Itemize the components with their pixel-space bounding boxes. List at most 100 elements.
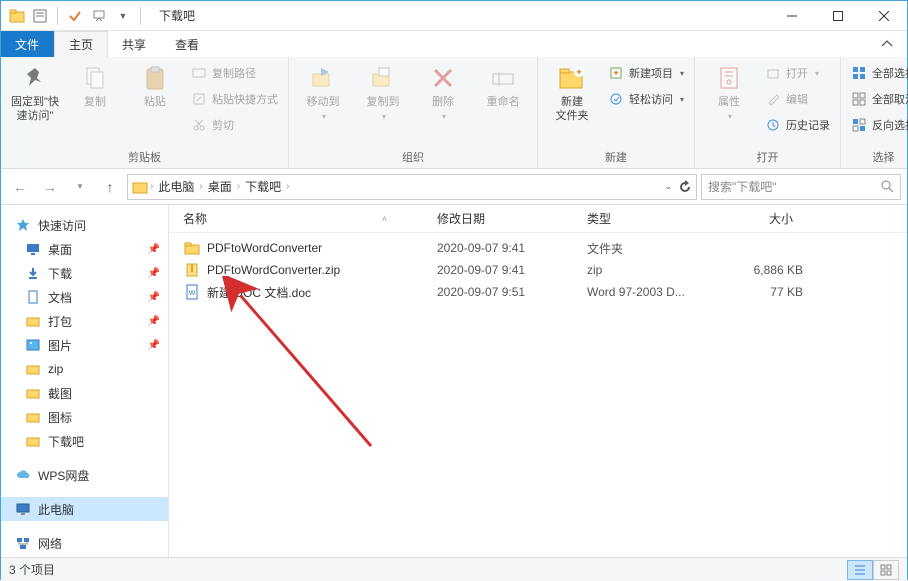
pin-icon: 📌 <box>148 340 160 351</box>
tab-share[interactable]: 共享 <box>108 31 161 57</box>
breadcrumb-segment[interactable]: 此电脑 <box>155 178 197 195</box>
breadcrumb-segment[interactable]: 下载吧 <box>242 178 284 195</box>
file-list: 名称˄ 修改日期 类型 大小 PDFtoWordConverter2020-09… <box>169 205 907 557</box>
paste-button[interactable]: 粘贴 <box>127 60 183 110</box>
easy-access-button[interactable]: 轻松访问▾ <box>604 88 688 110</box>
new-folder-button[interactable]: ✦ 新建 文件夹 <box>544 60 600 124</box>
sidebar-item-desktop[interactable]: 桌面📌 <box>1 237 168 261</box>
select-none-icon <box>851 91 867 107</box>
select-all-button[interactable]: 全部选择 <box>847 62 908 84</box>
copy-path-button[interactable]: 复制路径 <box>187 62 282 84</box>
file-row[interactable]: W新建 DOC 文档.doc2020-09-07 9:51Word 97-200… <box>169 281 907 303</box>
pin-icon <box>19 62 51 94</box>
breadcrumb-dropdown-icon[interactable]: ⌄ <box>664 181 672 192</box>
file-size: 77 KB <box>713 285 803 299</box>
qat-check-icon[interactable] <box>66 5 84 27</box>
sidebar-item[interactable]: 打包📌 <box>1 309 168 333</box>
sidebar-item-documents[interactable]: 文档📌 <box>1 285 168 309</box>
status-bar: 3 个项目 <box>1 557 907 581</box>
document-icon <box>25 289 41 305</box>
qat-properties-icon[interactable] <box>31 5 49 27</box>
minimize-button[interactable] <box>769 1 815 31</box>
sidebar-item[interactable]: 截图 <box>1 381 168 405</box>
file-type: zip <box>587 263 713 277</box>
pin-icon: 📌 <box>148 244 160 255</box>
sidebar-item-pictures[interactable]: 图片📌 <box>1 333 168 357</box>
tab-home[interactable]: 主页 <box>54 31 108 57</box>
doc-icon: W <box>183 283 201 301</box>
folder-icon <box>25 433 41 449</box>
file-row[interactable]: PDFtoWordConverter.zip2020-09-07 9:41zip… <box>169 259 907 281</box>
history-button[interactable]: 历史记录 <box>761 114 834 136</box>
edit-icon <box>765 91 781 107</box>
new-item-button[interactable]: ✦新建项目▾ <box>604 62 688 84</box>
file-name: PDFtoWordConverter.zip <box>207 263 437 277</box>
col-date[interactable]: 修改日期 <box>437 210 587 227</box>
column-headers[interactable]: 名称˄ 修改日期 类型 大小 <box>169 205 907 233</box>
new-item-icon: ✦ <box>608 65 624 81</box>
open-button[interactable]: 打开▾ <box>761 62 834 84</box>
rename-icon <box>487 62 519 94</box>
folder-icon <box>25 313 41 329</box>
copy-button[interactable]: 复制 <box>67 60 123 110</box>
select-none-button[interactable]: 全部取消 <box>847 88 908 110</box>
sidebar-item[interactable]: 下载吧 <box>1 429 168 453</box>
nav-forward-button[interactable]: → <box>37 174 63 200</box>
pin-quick-access-button[interactable]: 固定到"快速访问" <box>7 60 63 124</box>
tab-file[interactable]: 文件 <box>1 31 54 57</box>
folder-icon <box>25 409 41 425</box>
qat-overflow-icon[interactable] <box>90 5 108 27</box>
svg-text:✦: ✦ <box>575 67 583 77</box>
col-size[interactable]: 大小 <box>713 210 803 227</box>
nav-recent-button[interactable]: ▾ <box>67 174 93 200</box>
sidebar-network[interactable]: 网络 <box>1 531 168 555</box>
address-bar: ← → ▾ ↑ › 此电脑› 桌面› 下载吧› ⌄ 搜索"下载吧" <box>1 169 907 205</box>
navigation-pane: 快速访问 桌面📌 下载📌 文档📌 打包📌 图片📌 zip 截图 图标 下载吧 W… <box>1 205 169 557</box>
sidebar-item-downloads[interactable]: 下载📌 <box>1 261 168 285</box>
sidebar-quick-access[interactable]: 快速访问 <box>1 213 168 237</box>
nav-up-button[interactable]: ↑ <box>97 174 123 200</box>
copy-to-button[interactable]: 复制到▾ <box>355 60 411 122</box>
nav-back-button[interactable]: ← <box>7 174 33 200</box>
search-input[interactable]: 搜索"下载吧" <box>701 174 901 200</box>
col-type[interactable]: 类型 <box>587 210 713 227</box>
easy-access-icon <box>608 91 624 107</box>
sidebar-item[interactable]: zip <box>1 357 168 381</box>
cloud-icon <box>15 467 31 483</box>
details-view-button[interactable] <box>847 560 873 580</box>
copy-to-icon <box>367 62 399 94</box>
delete-button[interactable]: 删除▾ <box>415 60 471 122</box>
paste-icon <box>139 62 171 94</box>
sidebar-item[interactable]: 图标 <box>1 405 168 429</box>
close-button[interactable] <box>861 1 907 31</box>
cut-button[interactable]: 剪切 <box>187 114 282 136</box>
delete-icon <box>427 62 459 94</box>
ribbon-collapse-button[interactable] <box>867 31 907 57</box>
qat-dropdown-icon[interactable]: ▼ <box>114 5 132 27</box>
svg-text:✦: ✦ <box>612 68 620 78</box>
file-row[interactable]: PDFtoWordConverter2020-09-07 9:41文件夹 <box>169 237 907 259</box>
download-icon <box>25 265 41 281</box>
icons-view-button[interactable] <box>873 560 899 580</box>
sidebar-this-pc[interactable]: 此电脑 <box>1 497 168 521</box>
properties-button[interactable]: 属性▾ <box>701 60 757 122</box>
invert-selection-button[interactable]: 反向选择 <box>847 114 908 136</box>
new-folder-icon: ✦ <box>556 62 588 94</box>
breadcrumb-segment[interactable]: 桌面 <box>205 178 235 195</box>
edit-button[interactable]: 编辑 <box>761 88 834 110</box>
path-icon <box>191 65 207 81</box>
move-to-button[interactable]: 移动到▾ <box>295 60 351 122</box>
ribbon: 固定到"快速访问" 复制 粘贴 复制路径 粘贴快捷方式 剪切 剪贴板 移动到▾ <box>1 57 907 169</box>
group-clipboard-label: 剪贴板 <box>7 147 282 168</box>
search-icon <box>881 180 894 193</box>
refresh-icon[interactable] <box>678 180 692 194</box>
move-to-icon <box>307 62 339 94</box>
rename-button[interactable]: 重命名 <box>475 60 531 110</box>
tab-view[interactable]: 查看 <box>161 31 214 57</box>
pin-icon: 📌 <box>148 316 160 327</box>
maximize-button[interactable] <box>815 1 861 31</box>
breadcrumb[interactable]: › 此电脑› 桌面› 下载吧› ⌄ <box>127 174 697 200</box>
paste-shortcut-button[interactable]: 粘贴快捷方式 <box>187 88 282 110</box>
sidebar-wps[interactable]: WPS网盘 <box>1 463 168 487</box>
col-name[interactable]: 名称 <box>183 210 207 227</box>
